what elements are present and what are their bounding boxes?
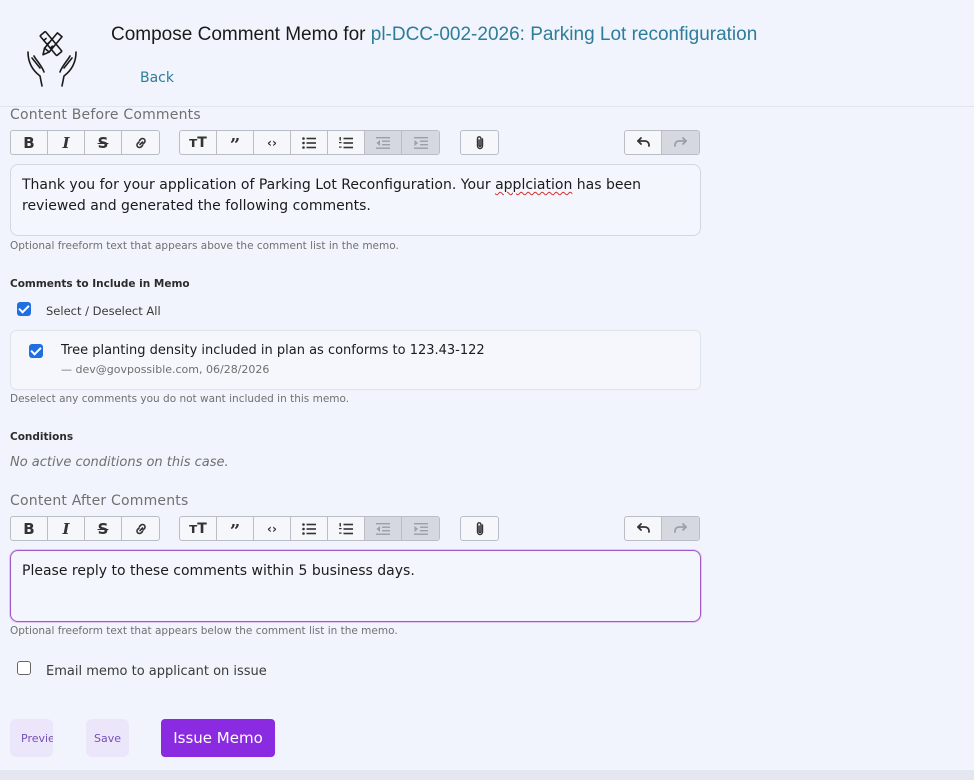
bullet-list-icon[interactable] — [291, 517, 328, 540]
block-group: тT ” ‹› — [179, 130, 440, 155]
content-after-label: Content After Comments — [10, 493, 189, 509]
content-after-help: Optional freeform text that appears belo… — [10, 625, 398, 637]
bold-icon[interactable]: B — [11, 517, 48, 540]
link-icon[interactable] — [122, 517, 159, 540]
indent-icon[interactable] — [402, 131, 439, 154]
case-link[interactable]: pl-DCC-002-2026: Parking Lot reconfigura… — [371, 24, 758, 45]
code-icon[interactable]: ‹› — [254, 131, 291, 154]
attach-group — [460, 130, 499, 155]
italic-icon[interactable]: I — [48, 131, 85, 154]
content-before-text-a: Thank you for your application of Parkin… — [22, 177, 496, 193]
preview-button[interactable]: Preview — [10, 719, 53, 757]
numbered-list-icon[interactable] — [328, 517, 365, 540]
content-before-label: Content Before Comments — [10, 107, 201, 123]
page-title-prefix: Compose Comment Memo for — [111, 24, 371, 45]
bottom-strip — [0, 770, 974, 780]
redo-icon[interactable] — [662, 517, 699, 540]
heading-icon[interactable]: тT — [180, 517, 217, 540]
content-after-editor[interactable]: Please reply to these comments within 5 … — [10, 550, 701, 622]
editor-toolbar-after: B I S тT ” ‹› — [10, 516, 701, 541]
bold-icon[interactable]: B — [11, 131, 48, 154]
email-memo-label: Email memo to applicant on issue — [46, 664, 267, 679]
issue-memo-button[interactable]: Issue Memo — [161, 719, 275, 757]
comment-card — [10, 330, 701, 390]
link-icon[interactable] — [122, 131, 159, 154]
save-button[interactable]: Save — [86, 719, 129, 757]
comment-text: Tree planting density included in plan a… — [61, 343, 485, 358]
email-memo-checkbox[interactable] — [17, 661, 31, 675]
quote-icon[interactable]: ” — [217, 517, 254, 540]
format-group: B I S — [10, 130, 160, 155]
strikethrough-icon[interactable]: S — [85, 131, 122, 154]
comments-heading: Comments to Include in Memo — [10, 278, 190, 290]
history-group — [624, 130, 700, 155]
comment-checkbox[interactable] — [29, 344, 43, 358]
redo-icon[interactable] — [662, 131, 699, 154]
comment-meta: — dev@govpossible.com, 06/28/2026 — [61, 363, 270, 376]
undo-icon[interactable] — [625, 517, 662, 540]
history-group — [624, 516, 700, 541]
format-group: B I S — [10, 516, 160, 541]
attach-icon[interactable] — [461, 517, 498, 540]
indent-icon[interactable] — [402, 517, 439, 540]
select-all-label: Select / Deselect All — [46, 304, 161, 318]
strikethrough-icon[interactable]: S — [85, 517, 122, 540]
content-before-help: Optional freeform text that appears abov… — [10, 240, 399, 252]
page-title: Compose Comment Memo for pl-DCC-002-2026… — [111, 24, 757, 46]
heading-icon[interactable]: тT — [180, 131, 217, 154]
select-all-checkbox[interactable] — [17, 302, 31, 316]
editor-toolbar-before: B I S тT ” ‹› — [10, 130, 701, 155]
outdent-icon[interactable] — [365, 131, 402, 154]
code-icon[interactable]: ‹› — [254, 517, 291, 540]
content-after-text: Please reply to these comments within 5 … — [22, 563, 415, 579]
italic-icon[interactable]: I — [48, 517, 85, 540]
comments-help: Deselect any comments you do not want in… — [10, 393, 350, 405]
content-before-editor[interactable]: Thank you for your application of Parkin… — [10, 164, 701, 236]
undo-icon[interactable] — [625, 131, 662, 154]
app-logo-hands-icon — [27, 30, 77, 87]
conditions-empty: No active conditions on this case. — [10, 455, 229, 470]
bullet-list-icon[interactable] — [291, 131, 328, 154]
conditions-heading: Conditions — [10, 431, 74, 443]
back-link[interactable]: Back — [140, 70, 174, 86]
quote-icon[interactable]: ” — [217, 131, 254, 154]
numbered-list-icon[interactable] — [328, 131, 365, 154]
outdent-icon[interactable] — [365, 517, 402, 540]
misspelled-word: applciation — [495, 177, 573, 193]
attach-icon[interactable] — [461, 131, 498, 154]
attach-group — [460, 516, 499, 541]
block-group: тT ” ‹› — [179, 516, 440, 541]
